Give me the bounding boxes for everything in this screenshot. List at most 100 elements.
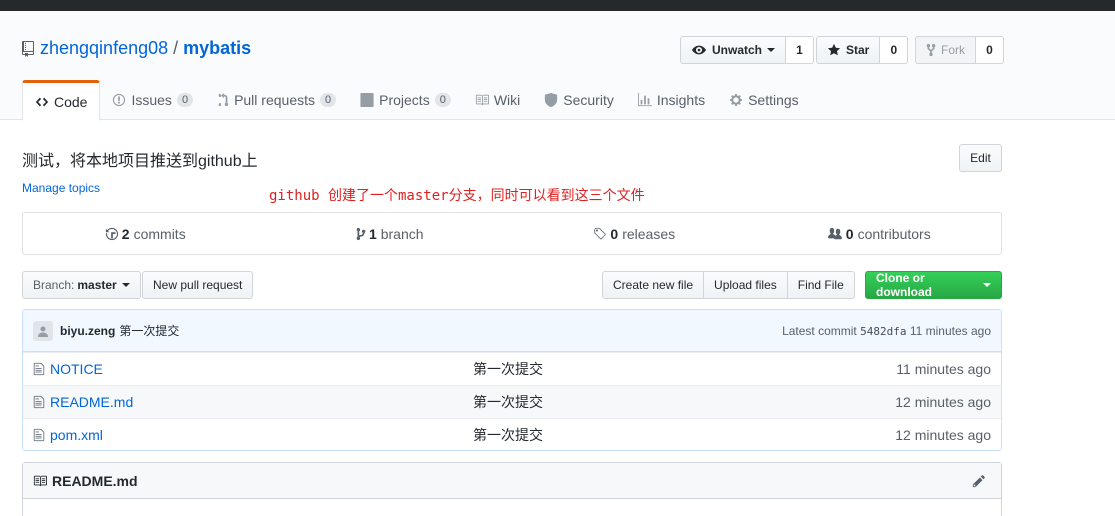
file-actions-group: Create new file Upload files Find File xyxy=(602,271,855,299)
star-group: Star 0 xyxy=(816,36,909,64)
watch-count[interactable]: 1 xyxy=(786,36,815,64)
create-new-file-button[interactable]: Create new file xyxy=(602,271,705,299)
projects-counter: 0 xyxy=(434,93,451,107)
tab-insights[interactable]: Insights xyxy=(626,80,717,120)
repo-summary: 2 commits 1 branch 0 releases 0 contribu… xyxy=(22,212,1002,255)
book-icon xyxy=(33,475,47,486)
releases-link[interactable]: 0 releases xyxy=(512,213,757,254)
avatar[interactable] xyxy=(33,320,53,341)
clone-wrap: Clone or download xyxy=(865,271,1002,299)
tab-projects-label: Projects xyxy=(379,92,430,108)
fork-button[interactable]: Fork xyxy=(915,36,976,64)
file-commit-message[interactable]: 第一次提交 xyxy=(473,359,543,379)
clone-or-download-button[interactable]: Clone or download xyxy=(865,271,1002,299)
user-icon xyxy=(38,326,48,337)
contributors-link[interactable]: 0 contributors xyxy=(757,213,1002,254)
pull-request-icon xyxy=(218,93,229,107)
tab-settings[interactable]: Settings xyxy=(717,80,811,120)
tab-settings-label: Settings xyxy=(748,92,799,108)
tab-issues[interactable]: Issues 0 xyxy=(100,80,205,120)
tab-wiki[interactable]: Wiki xyxy=(463,80,532,120)
pencil-icon[interactable] xyxy=(972,474,986,488)
star-button[interactable]: Star xyxy=(816,36,881,64)
repo-nav-tabs: Code Issues 0 Pull requests 0 Projects 0… xyxy=(22,80,811,121)
code-icon xyxy=(35,97,49,106)
new-pull-request-button[interactable]: New pull request xyxy=(142,271,254,299)
unwatch-button[interactable]: Unwatch xyxy=(680,36,787,64)
upload-files-button[interactable]: Upload files xyxy=(703,271,788,299)
tab-pull-requests[interactable]: Pull requests 0 xyxy=(205,80,348,120)
releases-count: 0 xyxy=(610,225,619,242)
repo-name-link[interactable]: mybatis xyxy=(183,38,251,59)
people-icon xyxy=(827,227,842,239)
chevron-down-icon xyxy=(983,283,991,287)
branch-name: master xyxy=(77,278,117,292)
tab-issues-label: Issues xyxy=(131,92,172,108)
edit-button[interactable]: Edit xyxy=(959,144,1002,172)
tab-security[interactable]: Security xyxy=(532,80,626,120)
new-pr-wrap: New pull request xyxy=(142,271,254,299)
annotation-text: github 创建了一个master分支，同时可以看到这三个文件 xyxy=(269,188,645,204)
repo-owner-link[interactable]: zhengqinfeng08 xyxy=(40,38,168,59)
branch-select-wrap: Branch: master xyxy=(22,271,141,299)
latest-commit-info: Latest commit 5482dfa 11 minutes ago xyxy=(782,324,991,338)
contributors-count: 0 xyxy=(845,225,854,242)
clone-label: Clone or download xyxy=(876,271,932,299)
watch-group: Unwatch 1 xyxy=(680,36,815,64)
fork-icon xyxy=(926,43,936,57)
readme-header: README.md xyxy=(23,463,1001,499)
branch-icon xyxy=(356,227,366,240)
tag-icon xyxy=(594,227,607,239)
book-icon xyxy=(475,94,489,106)
file-row: NOTICE 第一次提交 11 minutes ago xyxy=(23,352,1001,385)
find-file-button[interactable]: Find File xyxy=(786,271,855,299)
file-name-link[interactable]: pom.xml xyxy=(33,427,473,443)
file-name-link[interactable]: README.md xyxy=(33,394,473,410)
tab-projects[interactable]: Projects 0 xyxy=(348,80,463,120)
readme-box: README.md xyxy=(22,462,1002,516)
file-name-link[interactable]: NOTICE xyxy=(33,361,473,377)
tab-code[interactable]: Code xyxy=(22,80,101,121)
file-row: pom.xml 第一次提交 12 minutes ago xyxy=(23,418,1001,450)
latest-commit-prefix: Latest commit xyxy=(782,323,857,338)
commit-author[interactable]: biyu.zeng xyxy=(60,324,115,338)
unwatch-label: Unwatch xyxy=(712,43,763,57)
file-age: 12 minutes ago xyxy=(895,427,991,443)
branch-prefix: Branch: xyxy=(33,278,75,292)
contributors-label: contributors xyxy=(857,225,931,242)
tab-wiki-label: Wiki xyxy=(493,92,521,108)
commits-link[interactable]: 2 commits xyxy=(23,213,268,254)
fork-count[interactable]: 0 xyxy=(976,36,1004,64)
branch-count: 1 xyxy=(368,225,377,242)
commit-sha[interactable]: 5482dfa xyxy=(860,325,906,338)
tab-pull-requests-label: Pull requests xyxy=(234,92,315,108)
history-icon xyxy=(105,227,118,240)
branches-link[interactable]: 1 branch xyxy=(268,213,513,254)
commit-message[interactable]: 第一次提交 xyxy=(119,322,179,339)
file-age: 12 minutes ago xyxy=(895,394,991,410)
repo-icon xyxy=(22,40,34,57)
file-icon xyxy=(33,362,45,376)
tab-code-label: Code xyxy=(54,93,88,110)
readme-title: README.md xyxy=(52,472,138,489)
commits-count: 2 xyxy=(121,225,130,242)
file-name: README.md xyxy=(50,394,134,410)
star-label: Star xyxy=(846,43,870,57)
commit-age: 11 minutes ago xyxy=(909,323,991,338)
star-count[interactable]: 0 xyxy=(880,36,909,64)
file-icon xyxy=(33,395,45,409)
manage-topics-link[interactable]: Manage topics xyxy=(22,181,100,195)
graph-icon xyxy=(637,93,652,107)
pull-requests-counter: 0 xyxy=(320,93,337,107)
top-dark-bar xyxy=(0,0,1115,11)
file-age: 11 minutes ago xyxy=(896,361,991,377)
issues-counter: 0 xyxy=(176,93,194,107)
repo-description: 测试，将本地项目推送到github上 xyxy=(22,153,258,170)
file-commit-message[interactable]: 第一次提交 xyxy=(473,392,543,412)
file-commit-message[interactable]: 第一次提交 xyxy=(473,425,543,445)
fork-label: Fork xyxy=(941,43,965,57)
file-list: biyu.zeng 第一次提交 Latest commit 5482dfa 11… xyxy=(22,309,1002,451)
branch-select-button[interactable]: Branch: master xyxy=(22,271,141,299)
repo-separator: / xyxy=(173,38,179,58)
shield-icon xyxy=(545,93,558,107)
